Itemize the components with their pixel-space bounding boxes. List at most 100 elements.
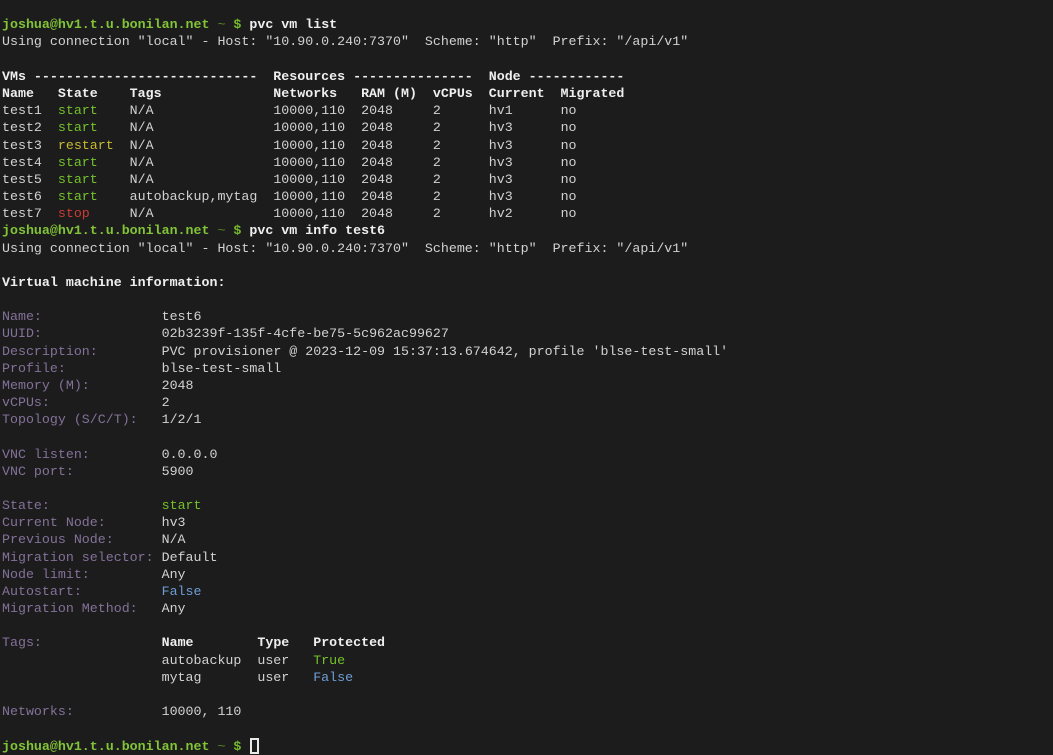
terminal-text: test7 <box>2 206 58 221</box>
field-label: Networks: <box>2 704 74 719</box>
state-red-text: stop <box>58 206 90 221</box>
terminal-text: test1 <box>2 103 58 118</box>
state-green-text: start <box>162 498 202 513</box>
field-label: vCPUs: <box>2 395 50 410</box>
terminal-line: Virtual machine information: <box>2 274 1053 291</box>
terminal-line: Memory (M): 2048 <box>2 377 1053 394</box>
terminal-text: 1/2/1 <box>138 412 202 427</box>
terminal-text: 0.0.0.0 <box>90 447 218 462</box>
terminal-text: 2 <box>50 395 170 410</box>
terminal-line: VNC listen: 0.0.0.0 <box>2 446 1053 463</box>
field-label: Autostart: <box>2 584 82 599</box>
terminal-text: N/A 10000,110 2048 2 hv3 no <box>98 155 577 170</box>
field-label: Memory (M): <box>2 378 90 393</box>
terminal-line <box>2 480 1053 497</box>
terminal-line <box>2 257 1053 274</box>
prompt-cwd: ~ <box>209 17 233 32</box>
value-blue-text: False <box>162 584 202 599</box>
terminal-text: Any <box>138 601 186 616</box>
state-green-text: start <box>58 155 98 170</box>
terminal-text: test6 <box>42 309 202 324</box>
terminal-line <box>2 428 1053 445</box>
state-green-text: start <box>58 120 98 135</box>
terminal-line: Using connection "local" - Host: "10.90.… <box>2 240 1053 257</box>
terminal-line: Networks: 10000, 110 <box>2 703 1053 720</box>
field-label: Previous Node: <box>2 532 114 547</box>
command-text: pvc vm list <box>249 17 337 32</box>
terminal-text: N/A <box>114 532 186 547</box>
terminal-text: Using connection "local" - Host: "10.90.… <box>2 241 688 256</box>
terminal-text: N/A 10000,110 2048 2 hv2 no <box>90 206 577 221</box>
terminal-text: autobackup,mytag 10000,110 2048 2 hv3 no <box>98 189 577 204</box>
terminal-text: test2 <box>2 120 58 135</box>
terminal-line: VNC port: 5900 <box>2 463 1053 480</box>
terminal-text: N/A 10000,110 2048 2 hv3 no <box>98 172 577 187</box>
terminal-line: test2 start N/A 10000,110 2048 2 hv3 no <box>2 119 1053 136</box>
terminal-line: State: start <box>2 497 1053 514</box>
state-yellow-text: restart <box>58 138 114 153</box>
terminal-line: test3 restart N/A 10000,110 2048 2 hv3 n… <box>2 137 1053 154</box>
header-text: Name Type Protected <box>162 635 385 650</box>
header-text: Name State Tags Networks RAM (M) vCPUs C… <box>2 86 624 101</box>
terminal-line: Node limit: Any <box>2 566 1053 583</box>
terminal-text <box>50 498 162 513</box>
terminal-line <box>2 51 1053 68</box>
terminal-text: N/A 10000,110 2048 2 hv3 no <box>98 120 577 135</box>
terminal-line: Migration selector: Default <box>2 549 1053 566</box>
state-green-text: True <box>313 653 345 668</box>
terminal-text: test4 <box>2 155 58 170</box>
terminal-line: test1 start N/A 10000,110 2048 2 hv1 no <box>2 102 1053 119</box>
terminal[interactable]: joshua@hv1.t.u.bonilan.net ~ $ pvc vm li… <box>0 13 1053 754</box>
state-green-text: start <box>58 172 98 187</box>
field-label: Description: <box>2 344 98 359</box>
terminal-line: Current Node: hv3 <box>2 514 1053 531</box>
terminal-line <box>2 686 1053 703</box>
field-label: VNC listen: <box>2 447 90 462</box>
field-label: Node limit: <box>2 567 90 582</box>
terminal-text: mytag user <box>2 670 313 685</box>
field-label: Topology (S/C/T): <box>2 412 138 427</box>
terminal-text: Default <box>154 550 218 565</box>
field-label: Current Node: <box>2 515 106 530</box>
terminal-text: blse-test-small <box>66 361 281 376</box>
terminal-line: test7 stop N/A 10000,110 2048 2 hv2 no <box>2 205 1053 222</box>
field-label: State: <box>2 498 50 513</box>
terminal-line: Profile: blse-test-small <box>2 360 1053 377</box>
terminal-text: PVC provisioner @ 2023-12-09 15:37:13.67… <box>98 344 728 359</box>
field-label: Name: <box>2 309 42 324</box>
terminal-text <box>241 739 249 754</box>
terminal-cursor <box>250 738 259 754</box>
prompt-user-host: joshua@hv1.t.u.bonilan.net <box>2 739 209 754</box>
terminal-line: test4 start N/A 10000,110 2048 2 hv3 no <box>2 154 1053 171</box>
field-label: VNC port: <box>2 464 74 479</box>
terminal-text: 10000, 110 <box>74 704 242 719</box>
terminal-line: VMs ---------------------------- Resourc… <box>2 68 1053 85</box>
prompt-cwd: ~ <box>209 739 233 754</box>
field-label: Tags: <box>2 635 42 650</box>
terminal-line: Migration Method: Any <box>2 600 1053 617</box>
terminal-line: UUID: 02b3239f-135f-4cfe-be75-5c962ac996… <box>2 325 1053 342</box>
terminal-line: Topology (S/C/T): 1/2/1 <box>2 411 1053 428</box>
field-label: Migration selector: <box>2 550 154 565</box>
terminal-line: joshua@hv1.t.u.bonilan.net ~ $ <box>2 738 1053 755</box>
terminal-line: autobackup user True <box>2 652 1053 669</box>
terminal-line <box>2 617 1053 634</box>
terminal-text: test5 <box>2 172 58 187</box>
prompt-user-host: joshua@hv1.t.u.bonilan.net <box>2 223 209 238</box>
terminal-line: Tags: Name Type Protected <box>2 634 1053 651</box>
prompt-cwd: ~ <box>209 223 233 238</box>
terminal-text: test6 <box>2 189 58 204</box>
terminal-line: Previous Node: N/A <box>2 531 1053 548</box>
terminal-text: hv3 <box>106 515 186 530</box>
terminal-line: Name: test6 <box>2 308 1053 325</box>
field-label: Migration Method: <box>2 601 138 616</box>
terminal-text: 02b3239f-135f-4cfe-be75-5c962ac99627 <box>42 326 449 341</box>
terminal-line: joshua@hv1.t.u.bonilan.net ~ $ pvc vm li… <box>2 16 1053 33</box>
terminal-line <box>2 720 1053 737</box>
value-blue-text: False <box>313 670 353 685</box>
terminal-line: vCPUs: 2 <box>2 394 1053 411</box>
terminal-text: N/A 10000,110 2048 2 hv3 no <box>114 138 577 153</box>
terminal-line <box>2 291 1053 308</box>
terminal-line: joshua@hv1.t.u.bonilan.net ~ $ pvc vm in… <box>2 222 1053 239</box>
terminal-line: test5 start N/A 10000,110 2048 2 hv3 no <box>2 171 1053 188</box>
